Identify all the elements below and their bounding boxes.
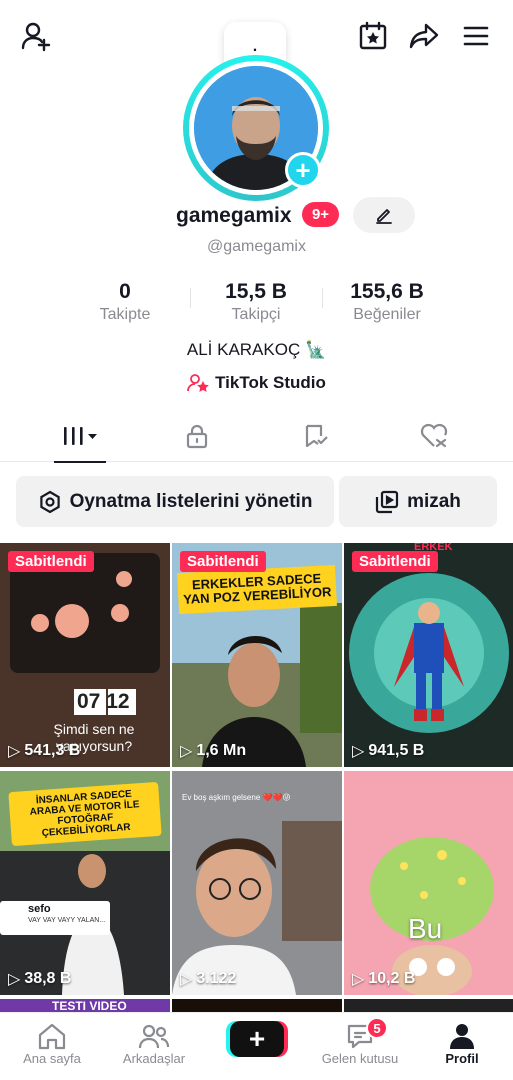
play-count: ▷ 541,3 B bbox=[8, 742, 81, 760]
stat-divider bbox=[322, 288, 323, 308]
active-tab-indicator bbox=[54, 461, 106, 463]
playlist-icon bbox=[375, 490, 399, 513]
nav-inbox[interactable]: 5 Gelen kutusu bbox=[310, 1017, 410, 1066]
profile-handle: @gamegamix bbox=[207, 238, 306, 255]
tab-private[interactable] bbox=[133, 410, 261, 462]
nav-home[interactable]: Ana sayfa bbox=[2, 1021, 102, 1066]
repost-icon bbox=[305, 424, 328, 448]
comment-text: VAY VAY VAYY YALAN... bbox=[28, 917, 106, 924]
friends-icon bbox=[104, 1021, 204, 1051]
edit-profile-button[interactable] bbox=[353, 197, 415, 233]
pinned-badge: Sabitlendi bbox=[180, 551, 266, 572]
playlist-mizah-button[interactable]: mizah bbox=[339, 476, 497, 527]
video-banner: ERKEKLER SADECE YAN POZ VEREBİLİYOR bbox=[177, 564, 337, 614]
following-label: Takipte bbox=[99, 306, 151, 323]
pencil-icon bbox=[376, 209, 392, 224]
play-icon: ▷ bbox=[8, 971, 21, 988]
nav-inbox-label: Gelen kutusu bbox=[321, 1051, 399, 1066]
grid-dropdown-icon bbox=[64, 427, 97, 445]
studio-label: TikTok Studio bbox=[215, 373, 326, 392]
pinned-badge: Sabitlendi bbox=[8, 551, 94, 572]
plus-icon: + bbox=[248, 1023, 266, 1054]
comment-user: sefo bbox=[28, 903, 51, 915]
play-icon: ▷ bbox=[352, 743, 365, 760]
video-banner: İNSANLAR SADECE ARABA VE MOTOR İLE FOTOĞ… bbox=[8, 781, 162, 847]
video-thumbnail[interactable]: Ev boş aşkım gelsene ❤️❤️😜 ▷ 3.122 bbox=[172, 771, 342, 995]
tab-reposts[interactable] bbox=[252, 410, 380, 462]
inbox-icon: 5 bbox=[310, 1017, 410, 1051]
play-count: ▷ 1,6 Mn bbox=[180, 742, 247, 760]
calendar-star-icon[interactable] bbox=[355, 18, 391, 54]
nav-profile-label: Profil bbox=[445, 1051, 479, 1066]
tiktok-studio-link[interactable]: TikTok Studio bbox=[0, 373, 513, 393]
username: gamegamix bbox=[176, 204, 292, 227]
heart-hidden-icon bbox=[420, 423, 448, 448]
video-thumbnail[interactable]: Bu ▷ 10,2 B bbox=[344, 771, 513, 995]
video-thumbnail-image bbox=[172, 771, 342, 995]
profile-tabs bbox=[0, 410, 513, 463]
lock-icon bbox=[186, 424, 208, 449]
video-overlay-text: Bu bbox=[408, 913, 443, 944]
manage-playlists-label: Oynatma listelerini yönetin bbox=[69, 490, 313, 512]
likes-count: 155,6 B bbox=[350, 280, 424, 303]
home-icon bbox=[2, 1021, 102, 1051]
play-icon: ▷ bbox=[8, 743, 21, 760]
followers-label: Takipçi bbox=[231, 306, 281, 323]
add-user-icon[interactable] bbox=[18, 18, 54, 54]
notification-badge[interactable]: 9+ bbox=[302, 202, 339, 227]
video-thumbnail[interactable]: ERKEKLER SADECE YAN POZ VEREBİLİYOR Sabi… bbox=[172, 543, 342, 767]
playlist-name: mizah bbox=[407, 490, 461, 512]
followers-stat[interactable]: 15,5 B Takipçi bbox=[201, 280, 311, 324]
nav-friends-label: Arkadaşlar bbox=[122, 1051, 186, 1066]
bio-text: ALİ KARAKOÇ 🗽 bbox=[186, 340, 327, 359]
share-icon[interactable] bbox=[406, 18, 442, 54]
stat-divider bbox=[190, 288, 191, 308]
tab-liked[interactable] bbox=[370, 410, 498, 462]
video-thumbnail-image bbox=[344, 543, 513, 767]
video-thumbnail[interactable]: İNSANLAR SADECE ARABA VE MOTOR İLE FOTOĞ… bbox=[0, 771, 170, 995]
bottom-nav: Ana sayfa Arkadaşlar + 5 Gelen kutusu Pr… bbox=[0, 1012, 513, 1080]
play-count: ▷ 38,8 B bbox=[8, 970, 72, 988]
pinned-badge: Sabitlendi bbox=[352, 551, 438, 572]
play-icon: ▷ bbox=[180, 971, 193, 988]
following-stat[interactable]: 0 Takipte bbox=[70, 280, 180, 324]
add-avatar-button[interactable]: + bbox=[285, 152, 321, 188]
clock-overlay: 07 12 bbox=[77, 690, 130, 713]
tab-videos[interactable] bbox=[16, 410, 144, 463]
studio-user-star-icon bbox=[187, 374, 209, 392]
video-thumbnail[interactable]: ERKEK Sabitlendi ▷ 941,5 B bbox=[344, 543, 513, 767]
play-count: ▷ 3.122 bbox=[180, 970, 237, 988]
nav-home-label: Ana sayfa bbox=[23, 1051, 81, 1066]
video-caption: Ev boş aşkım gelsene ❤️❤️😜 bbox=[182, 793, 291, 802]
likes-label: Beğeniler bbox=[353, 306, 421, 323]
followers-count: 15,5 B bbox=[225, 280, 287, 303]
profile-icon bbox=[412, 1021, 512, 1051]
video-thumbnail-image bbox=[344, 771, 513, 995]
play-count: ▷ 941,5 B bbox=[352, 742, 425, 760]
video-thumbnail[interactable]: 07 12 Şimdi sen ne yapıyorsun? Sabitlend… bbox=[0, 543, 170, 767]
gear-icon bbox=[39, 490, 60, 513]
likes-stat[interactable]: 155,6 B Beğeniler bbox=[332, 280, 442, 324]
following-count: 0 bbox=[119, 280, 131, 303]
menu-icon[interactable] bbox=[458, 18, 494, 54]
video-overlay-text: TESTI VIDEO bbox=[52, 999, 127, 1013]
manage-playlists-button[interactable]: Oynatma listelerini yönetin bbox=[16, 476, 334, 527]
play-icon: ▷ bbox=[352, 971, 365, 988]
inbox-badge: 5 bbox=[366, 1017, 388, 1039]
play-count: ▷ 10,2 B bbox=[352, 970, 416, 988]
stats-row: 0 Takipte 15,5 B Takipçi 155,6 B Beğenil… bbox=[0, 280, 513, 330]
create-button[interactable]: + bbox=[230, 1021, 284, 1057]
play-icon: ▷ bbox=[180, 743, 193, 760]
nav-profile[interactable]: Profil bbox=[412, 1021, 512, 1066]
name-row: gamegamix 9+ bbox=[0, 198, 513, 234]
nav-friends[interactable]: Arkadaşlar bbox=[104, 1021, 204, 1066]
